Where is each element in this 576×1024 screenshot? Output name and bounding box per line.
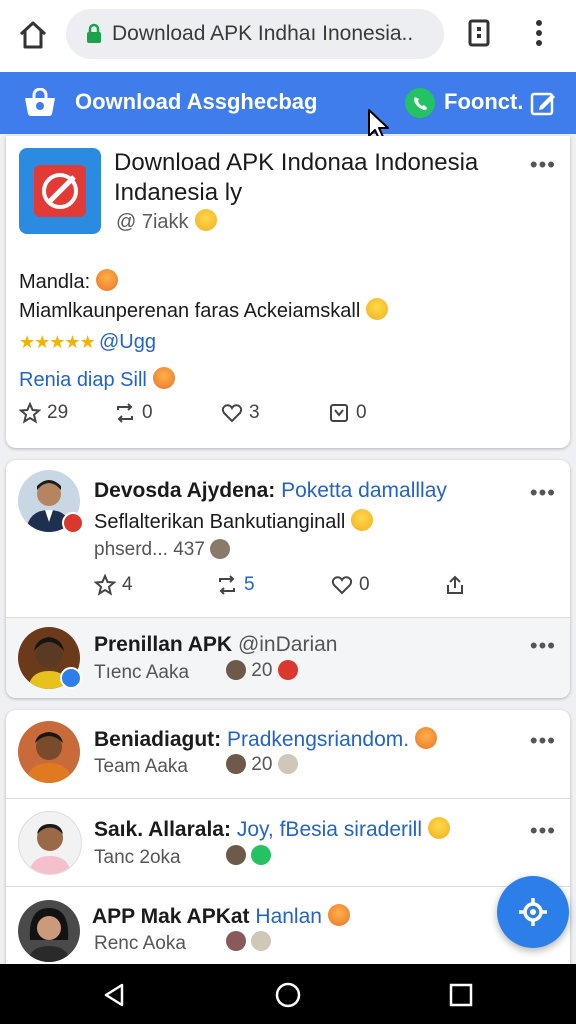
heart-button[interactable]: 0 xyxy=(331,574,370,596)
list-item-title[interactable]: Saık. Allarala: Joy, fBesia siraderill xyxy=(94,817,450,842)
settings-icon xyxy=(519,898,547,926)
emoji-icon xyxy=(327,904,350,926)
reply-stats: 20 xyxy=(226,660,298,682)
download-logo-icon xyxy=(42,173,78,209)
mention-link[interactable]: @Ugg xyxy=(99,331,156,354)
mini-avatar xyxy=(251,931,272,951)
list-item-stats: 20 xyxy=(226,754,298,776)
emoji-icon xyxy=(366,298,389,320)
connect-button[interactable]: Foonct. xyxy=(444,89,523,115)
repost-button[interactable]: 0 xyxy=(114,402,153,424)
mini-avatar xyxy=(277,754,298,774)
post-card-2[interactable]: Devosda Ajydena: Poketta damalllay ••• S… xyxy=(6,460,570,698)
avatar[interactable] xyxy=(18,811,82,875)
app-icon[interactable] xyxy=(19,148,101,234)
more-options-button[interactable]: ••• xyxy=(530,818,556,844)
mini-avatar xyxy=(226,845,246,865)
system-nav-bar xyxy=(0,964,576,1024)
emoji-icon xyxy=(351,509,374,531)
list-item-subtitle: Team Aaka xyxy=(94,756,188,777)
heart-button[interactable]: 3 xyxy=(221,402,260,424)
menu-dots-icon[interactable] xyxy=(528,16,550,50)
address-bar[interactable]: Download APK Indhaı Inonesia.. xyxy=(66,9,444,59)
post-actions: 4 5 0 xyxy=(6,574,570,604)
post-text: Seflalterikan Bankutianginall xyxy=(94,509,374,534)
share-icon xyxy=(447,575,463,594)
banner-title: Oownload Assghecbag xyxy=(75,89,318,114)
star-outline-icon xyxy=(94,574,116,596)
browser-toolbar: Download APK Indhaı Inonesia.. xyxy=(0,0,576,72)
status-icon xyxy=(277,660,298,680)
whatsapp-icon[interactable] xyxy=(404,87,436,119)
more-options-button[interactable]: ••• xyxy=(530,480,556,506)
verified-badge xyxy=(62,512,84,534)
emoji-icon xyxy=(428,817,450,839)
person-avatar-icon xyxy=(26,732,72,783)
post-handle: @ 7iakk xyxy=(116,209,217,234)
post-title[interactable]: Download APK Indonaa Indonesia Indanesia… xyxy=(114,148,514,208)
star-outline-icon xyxy=(19,402,41,424)
repost-button[interactable]: 5 xyxy=(216,574,255,596)
emoji-icon xyxy=(96,269,119,291)
list-item-subtitle: Renc Aoka xyxy=(94,933,186,954)
home-icon[interactable] xyxy=(16,18,50,52)
mini-avatar xyxy=(226,754,246,774)
reply-row[interactable]: Prenillan APK @inDarian ••• Tıenc Aaka 2… xyxy=(6,617,570,698)
list-item-stats xyxy=(226,931,272,953)
url-text: Download APK Indhaı Inonesia.. xyxy=(112,22,414,45)
like-button[interactable]: 4 xyxy=(94,574,133,596)
avatar[interactable] xyxy=(18,900,80,962)
mini-avatar xyxy=(226,931,246,951)
status-icon xyxy=(251,845,272,865)
person-avatar-icon xyxy=(28,908,70,962)
repost-icon xyxy=(219,575,235,595)
app-banner: Oownload Assghecbag Foonct. xyxy=(0,72,576,134)
post-text-line: Miamlkaunperenan faras Ackeiamskall xyxy=(19,298,389,323)
mini-avatar xyxy=(226,660,246,680)
reply-subtitle: Tıenc Aaka xyxy=(94,662,190,683)
floating-action-button[interactable] xyxy=(497,876,569,948)
post-author-line: Devosda Ajydena: Poketta damalllay xyxy=(94,479,447,502)
reply-name-line: Prenillan APK @inDarian xyxy=(94,633,338,656)
bookmark-box-icon xyxy=(330,404,348,422)
tabs-icon[interactable] xyxy=(464,18,494,48)
heart-icon xyxy=(221,404,243,423)
post-card-1[interactable]: Download APK Indonaa Indonesia Indanesia… xyxy=(6,136,570,448)
list-item-subtitle: Tanc 2oka xyxy=(94,847,181,868)
more-options-button[interactable]: ••• xyxy=(530,633,556,659)
lock-icon xyxy=(87,23,101,43)
mini-avatar xyxy=(210,539,231,559)
app-logo-icon xyxy=(25,88,55,116)
more-options-button[interactable]: ••• xyxy=(530,728,556,754)
share-button[interactable] xyxy=(444,574,472,596)
person-avatar-icon xyxy=(29,824,71,874)
more-options-button[interactable]: ••• xyxy=(530,152,556,178)
edit-icon[interactable] xyxy=(530,90,556,116)
heart-icon xyxy=(331,576,353,595)
rating-stars: ★★★★★ xyxy=(19,332,96,352)
repost-icon xyxy=(117,403,133,423)
post-link[interactable]: Renia diap Sill xyxy=(19,367,175,392)
emoji-icon xyxy=(194,209,217,231)
emoji-icon xyxy=(152,367,175,389)
post-actions: 29 0 3 0 xyxy=(6,402,570,432)
emoji-icon xyxy=(415,727,438,749)
post-text-line: Mandla: xyxy=(19,269,119,294)
back-icon[interactable] xyxy=(101,982,127,1008)
people-list-card: Beniadiagut: Pradkengsriandom. ••• Team … xyxy=(6,710,570,970)
list-item-stats xyxy=(226,845,272,867)
avatar[interactable] xyxy=(18,721,80,783)
home-nav-icon[interactable] xyxy=(275,982,301,1008)
list-item-title[interactable]: Beniadiagut: Pradkengsriandom. xyxy=(94,727,438,752)
list-item-title[interactable]: APP Mak APKat Hanlan xyxy=(92,904,350,929)
save-button[interactable]: 0 xyxy=(328,402,367,424)
post-meta: phserd... 437 xyxy=(94,539,231,561)
like-button[interactable]: 29 xyxy=(19,402,68,424)
recents-icon[interactable] xyxy=(448,982,474,1008)
verified-badge xyxy=(60,667,82,689)
